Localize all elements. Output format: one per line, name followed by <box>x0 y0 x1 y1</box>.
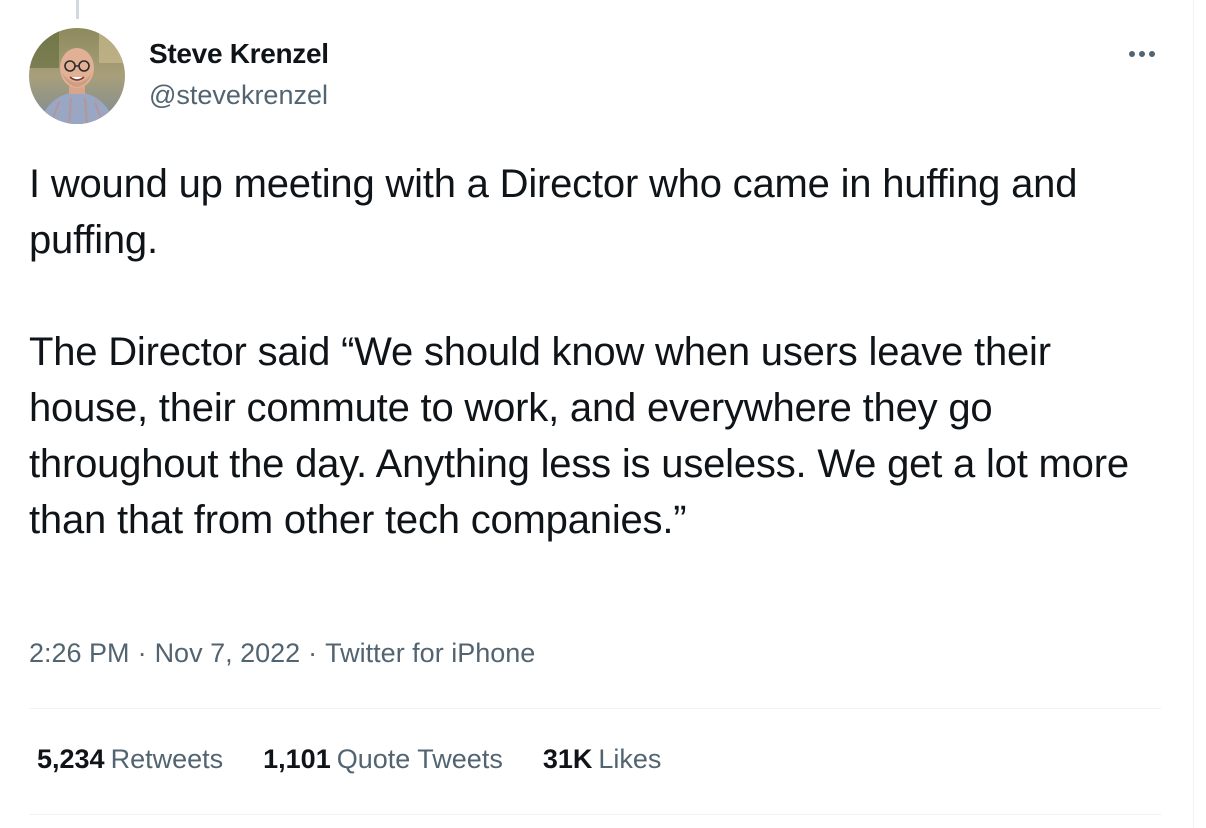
author-display-name[interactable]: Steve Krenzel <box>149 38 329 70</box>
quote-tweets-count: 1,101 <box>263 744 331 774</box>
more-options-button[interactable] <box>1118 30 1166 78</box>
divider <box>29 814 1161 815</box>
likes-label: Likes <box>598 744 662 774</box>
tweet-source-link[interactable]: Twitter for iPhone <box>325 638 535 668</box>
likes-count: 31K <box>542 744 593 774</box>
quote-tweets-stat[interactable]: 1,101 Quote Tweets <box>263 744 503 775</box>
tweet-text: I wound up meeting with a Director who c… <box>29 156 1149 548</box>
tweet-paragraph: I wound up meeting with a Director who c… <box>29 162 1078 262</box>
tweet-paragraph: The Director said “We should know when u… <box>29 330 1129 542</box>
likes-stat[interactable]: 31K Likes <box>543 744 662 775</box>
avatar[interactable] <box>29 28 125 124</box>
retweets-label: Retweets <box>110 744 224 774</box>
separator: · <box>137 638 147 668</box>
tweet-metadata: 2:26 PM · Nov 7, 2022 · Twitter for iPhone <box>29 638 535 669</box>
timeline-border <box>1193 0 1194 828</box>
separator: · <box>308 638 318 668</box>
quote-tweets-label: Quote Tweets <box>336 744 503 774</box>
engagement-stats: 5,234 Retweets 1,101 Quote Tweets 31K Likes <box>37 744 661 775</box>
retweets-count: 5,234 <box>37 744 105 774</box>
retweets-stat[interactable]: 5,234 Retweets <box>37 744 223 775</box>
author-handle[interactable]: @stevekrenzel <box>149 80 328 111</box>
tweet-date[interactable]: Nov 7, 2022 <box>155 638 301 668</box>
divider <box>29 708 1161 709</box>
thread-connector-line <box>76 0 79 19</box>
tweet-time[interactable]: 2:26 PM <box>29 638 130 668</box>
avatar-photo <box>29 28 125 124</box>
more-horizontal-icon <box>1129 51 1155 57</box>
